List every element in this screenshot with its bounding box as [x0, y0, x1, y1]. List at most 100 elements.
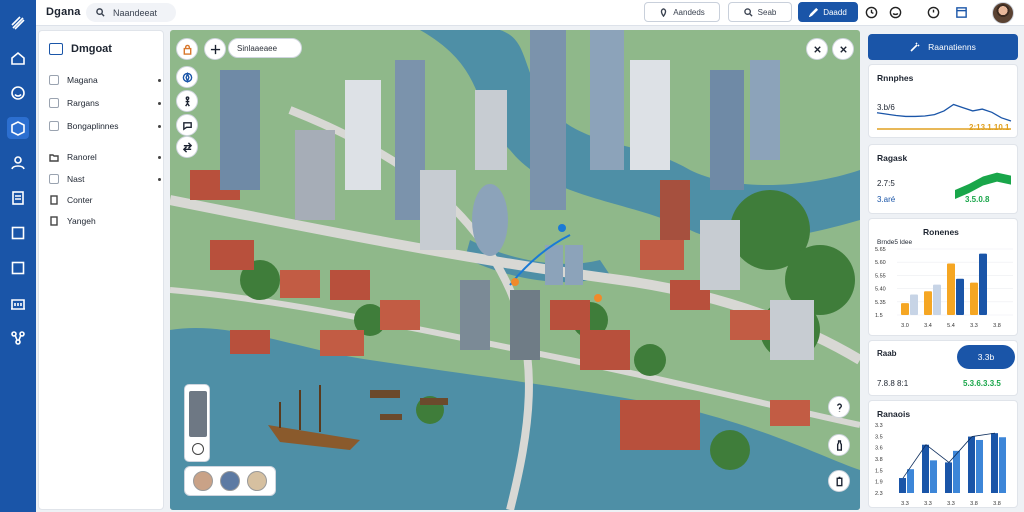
map-search[interactable]: Sinlaaeaee — [228, 38, 302, 58]
edit-icon — [809, 7, 819, 17]
rail-logo-icon[interactable] — [7, 12, 29, 34]
rail-frame-icon[interactable] — [7, 222, 29, 244]
map-lock-icon[interactable] — [176, 38, 198, 60]
map-bottle-icon[interactable] — [828, 434, 850, 456]
map-compass-icon[interactable] — [176, 66, 198, 88]
metric-card-4: Raab 7.8.8 8:1 3.3b 5.3.6.3.3.5 — [868, 340, 1018, 396]
layer-label: Nast — [67, 174, 85, 184]
map-swap-icon[interactable] — [176, 136, 198, 158]
x-tick-label: 3.3 — [901, 501, 909, 507]
top-button-3[interactable]: Daadd — [798, 2, 858, 22]
bar — [956, 278, 964, 315]
layer-label: Yangeh — [67, 216, 96, 226]
card-line-2: 7.8.8 8:1 — [877, 379, 909, 388]
bar — [907, 469, 914, 493]
x-tick-label: 3.3 — [970, 323, 978, 329]
bar — [901, 303, 909, 315]
x-tick-label: 3.8 — [970, 501, 978, 507]
layer-item-6[interactable]: Conter — [49, 195, 161, 205]
y-tick-label: 3.6 — [875, 446, 883, 452]
rail-user-icon[interactable] — [7, 152, 29, 174]
rail-smile-icon[interactable] — [7, 82, 29, 104]
rail-building-icon[interactable] — [7, 292, 29, 314]
top-button-1-label: Aandeds — [673, 7, 705, 17]
layer-item-3[interactable]: Bongaplinnes — [49, 121, 161, 131]
rail-network-icon[interactable] — [7, 327, 29, 349]
top-search[interactable]: Naandeeat — [86, 3, 176, 22]
y-tick-label: 1.5 — [875, 313, 883, 319]
bar — [999, 437, 1006, 493]
x-tick-label: 5.4 — [947, 323, 955, 329]
avatar[interactable] — [219, 471, 240, 491]
bar — [922, 444, 929, 493]
bar-chart: 3.3 3.5 3.6 3.8 1.5 1.9 2.3 3.3 3.3 3.3 3.8 3.8 — [875, 423, 1006, 507]
bar-chart: 5.65 5.60 5.55 5.40 5.35 1.5 3.0 3.4 5.4 3.3 3.8 — [875, 247, 1013, 329]
layer-label: Ranorel — [67, 152, 97, 162]
metric-card-2: Ragask 2.7:5 3.aré 3.5.0.8 — [868, 144, 1018, 214]
timer-icon[interactable] — [926, 5, 940, 19]
face-icon[interactable] — [888, 5, 902, 19]
checkbox[interactable] — [49, 121, 59, 131]
bar — [991, 433, 998, 493]
checkbox[interactable] — [49, 75, 59, 85]
rail-box-icon[interactable] — [7, 117, 29, 139]
insights-action-label: Raanatienns — [928, 42, 976, 52]
layer-item-1[interactable]: Magana — [49, 75, 161, 85]
route-marker — [558, 224, 566, 232]
x-tick-label: 3.4 — [924, 323, 932, 329]
rail-home-icon[interactable] — [7, 47, 29, 69]
checkbox[interactable] — [49, 174, 59, 184]
top-button-1[interactable]: Aandeds — [644, 2, 720, 22]
layer-item-4[interactable]: Ranorel — [49, 152, 161, 162]
layer-label: Magana — [67, 75, 98, 85]
y-tick-label: 5.60 — [875, 260, 886, 266]
file-icon — [49, 195, 59, 205]
dot-icon — [158, 78, 161, 82]
map-bubble-icon[interactable] — [176, 114, 198, 136]
city-map[interactable]: Sinlaaeaee — [170, 30, 860, 510]
top-button-2[interactable]: Seab — [728, 2, 792, 22]
y-tick-label: 3.8 — [875, 457, 883, 463]
x-tick-label: 3.0 — [901, 323, 909, 329]
checkbox[interactable] — [49, 98, 59, 108]
map-collapse-icon[interactable] — [806, 38, 828, 60]
card-pill-button[interactable]: 3.3b — [957, 345, 1015, 369]
top-button-3-label: Daadd — [823, 7, 847, 17]
bar — [947, 263, 955, 315]
clock-icon[interactable] — [864, 5, 878, 19]
search-icon — [743, 7, 753, 17]
bar-chart-card: Ronenes Brnde5 ldee 5.65 5.60 5.55 5.40 5.35… — [868, 218, 1018, 336]
search-icon — [96, 8, 105, 17]
street-view-button-icon[interactable] — [192, 443, 204, 455]
route-marker — [511, 278, 519, 286]
insights-action-button[interactable]: Raanatienns — [868, 34, 1018, 60]
window-icon[interactable] — [954, 5, 968, 19]
map-pan-icon[interactable] — [204, 38, 226, 60]
bar — [979, 253, 987, 315]
map-walk-icon[interactable] — [176, 90, 198, 112]
metric-card-1: Rnnphes 3.b/6 2:13.1.10.1 — [868, 64, 1018, 138]
avatar[interactable] — [247, 471, 268, 491]
map-close-icon[interactable] — [832, 38, 854, 60]
panel-title-icon — [49, 43, 63, 55]
route-marker — [594, 294, 602, 302]
line-series — [876, 103, 1012, 122]
rail-square-icon[interactable] — [7, 257, 29, 279]
panel-title: Dmgoat — [49, 43, 112, 55]
layer-item-5[interactable]: Nast — [49, 174, 161, 184]
user-avatar[interactable] — [992, 2, 1014, 24]
y-tick-label: 3.3 — [875, 423, 883, 429]
map-help-icon[interactable] — [828, 396, 850, 418]
avatar[interactable] — [192, 471, 213, 491]
rail-doc-icon[interactable] — [7, 187, 29, 209]
bar-chart-card-2: Ranaois 3.3 3.5 3.6 3.8 1.5 1.9 2.3 3.3 3.3 3.3 3.… — [868, 400, 1018, 508]
y-tick-label: 1.5 — [875, 468, 883, 474]
city-map-scene — [170, 30, 860, 510]
street-view-widget[interactable] — [184, 384, 210, 462]
top-search-label: Naandeeat — [113, 7, 158, 18]
map-battery-icon[interactable] — [828, 470, 850, 492]
card-line-1: Raab — [877, 349, 897, 358]
layer-item-7[interactable]: Yangeh — [49, 216, 161, 226]
layer-item-2[interactable]: Rargans — [49, 98, 161, 108]
y-tick-label: 5.35 — [875, 300, 886, 306]
